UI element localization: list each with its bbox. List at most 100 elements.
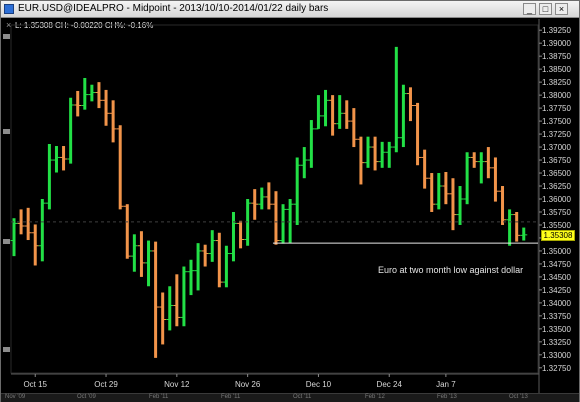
ohlc-bar [279,204,287,244]
ohlc-bar [506,209,514,246]
y-tick-label: 1.36000 [542,195,571,204]
ohlc-bar [364,136,372,168]
y-tick-label: 1.33500 [542,325,571,334]
ohlc-chart[interactable]: 1.32750 1.33000 1.33250 1.33500 1.33750 1.340… [1,1,579,393]
y-tick-label: 1.37250 [542,130,571,139]
ohlc-bar [300,147,308,179]
ohlc-bar [102,89,110,126]
timebar-label: Oct '13 [509,394,528,400]
x-tick-label: Nov 26 [235,380,261,389]
ohlc-bar [350,108,358,148]
ohlc-bar [74,90,82,117]
y-tick-label: 1.36750 [542,156,571,165]
ohlc-bar [67,97,75,164]
ohlc-bar [385,141,393,168]
x-tick-label: Oct 29 [94,380,118,389]
ohlc-bar [187,259,195,296]
x-tick-label: Oct 15 [23,380,47,389]
ohlc-bar [222,245,230,288]
ohlc-bar [491,157,499,202]
ohlc-bar [24,207,32,241]
ohlc-bar [293,157,301,225]
ohlc-bar [52,146,60,173]
y-tick-label: 1.37000 [542,143,571,152]
y-tick-label: 1.38000 [542,91,571,100]
y-tick-label: 1.37500 [542,117,571,126]
ohlc-bar [10,218,18,257]
y-tick-label: 1.37750 [542,104,571,113]
y-tick-label: 1.33000 [542,351,571,360]
y-tick-label: 1.35750 [542,208,571,217]
ohlc-bar [208,230,216,262]
ohlc-bar [513,211,521,242]
ohlc-bars [10,46,528,358]
timebar-label: Oct '11 [293,394,312,400]
ohlc-bar [251,189,259,220]
ohlc-bar [322,89,330,127]
y-axis: 1.32750 1.33000 1.33250 1.33500 1.33750 1.340… [539,26,571,373]
y-tick-label: 1.38750 [542,52,571,61]
ohlc-bar [159,292,167,345]
y-tick-label: 1.39250 [542,26,571,35]
x-tick-label: Nov 12 [164,380,190,389]
ohlc-bar [229,211,237,262]
y-tick-label: 1.34250 [542,286,571,295]
ohlc-bar [406,87,414,122]
x-tick-label: Dec 24 [377,380,403,389]
ohlc-bar [201,244,209,267]
ohlc-bar [357,136,365,185]
ohlc-bar [137,231,145,277]
x-axis: Oct 15 Oct 29 Nov 12 Nov 26 Dec 10 Dec 24 Jan … [23,374,456,389]
ohlc-bar [45,143,53,210]
ohlc-bar [463,152,471,205]
last-price-tag: 1.35308 [541,230,575,241]
ohlc-bar [166,286,174,331]
timebar-label: Feb '13 [437,394,457,400]
y-tick-label: 1.32750 [542,364,571,373]
ohlc-bar [130,234,138,272]
ohlc-bar [272,191,280,245]
timebar-label: Nov '09 [5,394,26,400]
y-tick-label: 1.38250 [542,78,571,87]
y-tick-label: 1.33750 [542,312,571,321]
ohlc-bar [399,84,407,148]
ohlc-bar [88,84,96,102]
x-tick-label: Dec 10 [306,380,332,389]
ohlc-bar [60,146,68,171]
ohlc-bar [392,46,400,153]
ohlc-bar [329,95,337,136]
ohlc-bar [237,220,245,249]
ohlc-bar [314,95,322,130]
ohlc-bar [414,102,422,166]
y-tick-label: 1.36500 [542,169,571,178]
ohlc-bar [470,152,478,168]
x-tick-label: Jan 7 [436,380,456,389]
timebar-label: Oct '09 [77,394,96,400]
ohlc-bar [81,77,89,110]
ohlc-bar [95,82,103,109]
ohlc-bar [38,199,46,262]
ohlc-bar [244,199,252,246]
ohlc-bar [442,171,450,205]
ohlc-bar [194,243,202,291]
ohlc-bar [265,182,273,210]
ohlc-bar [215,232,223,288]
ohlc-bar [421,149,429,189]
y-tick-label: 1.35000 [542,247,571,256]
y-tick-label: 1.34750 [542,260,571,269]
y-tick-label: 1.35500 [542,221,571,230]
ohlc-bar [477,152,485,184]
y-tick-label: 1.34500 [542,273,571,282]
ohlc-bar [449,178,457,231]
ohlc-bar [173,274,181,327]
ohlc-bar [123,204,131,259]
ohlc-bar [109,100,117,143]
ohlc-bar [343,100,351,129]
ohlc-bar [258,187,266,210]
y-tick-label: 1.39000 [542,39,571,48]
ohlc-bar [371,136,379,171]
ohlc-bar [116,125,124,210]
time-navigator-bar[interactable]: Nov '09 Oct '09 Feb '11 Feb '11 Oct '11 Feb '… [1,393,579,402]
ohlc-bar [152,241,160,358]
ohlc-bar [307,120,315,168]
